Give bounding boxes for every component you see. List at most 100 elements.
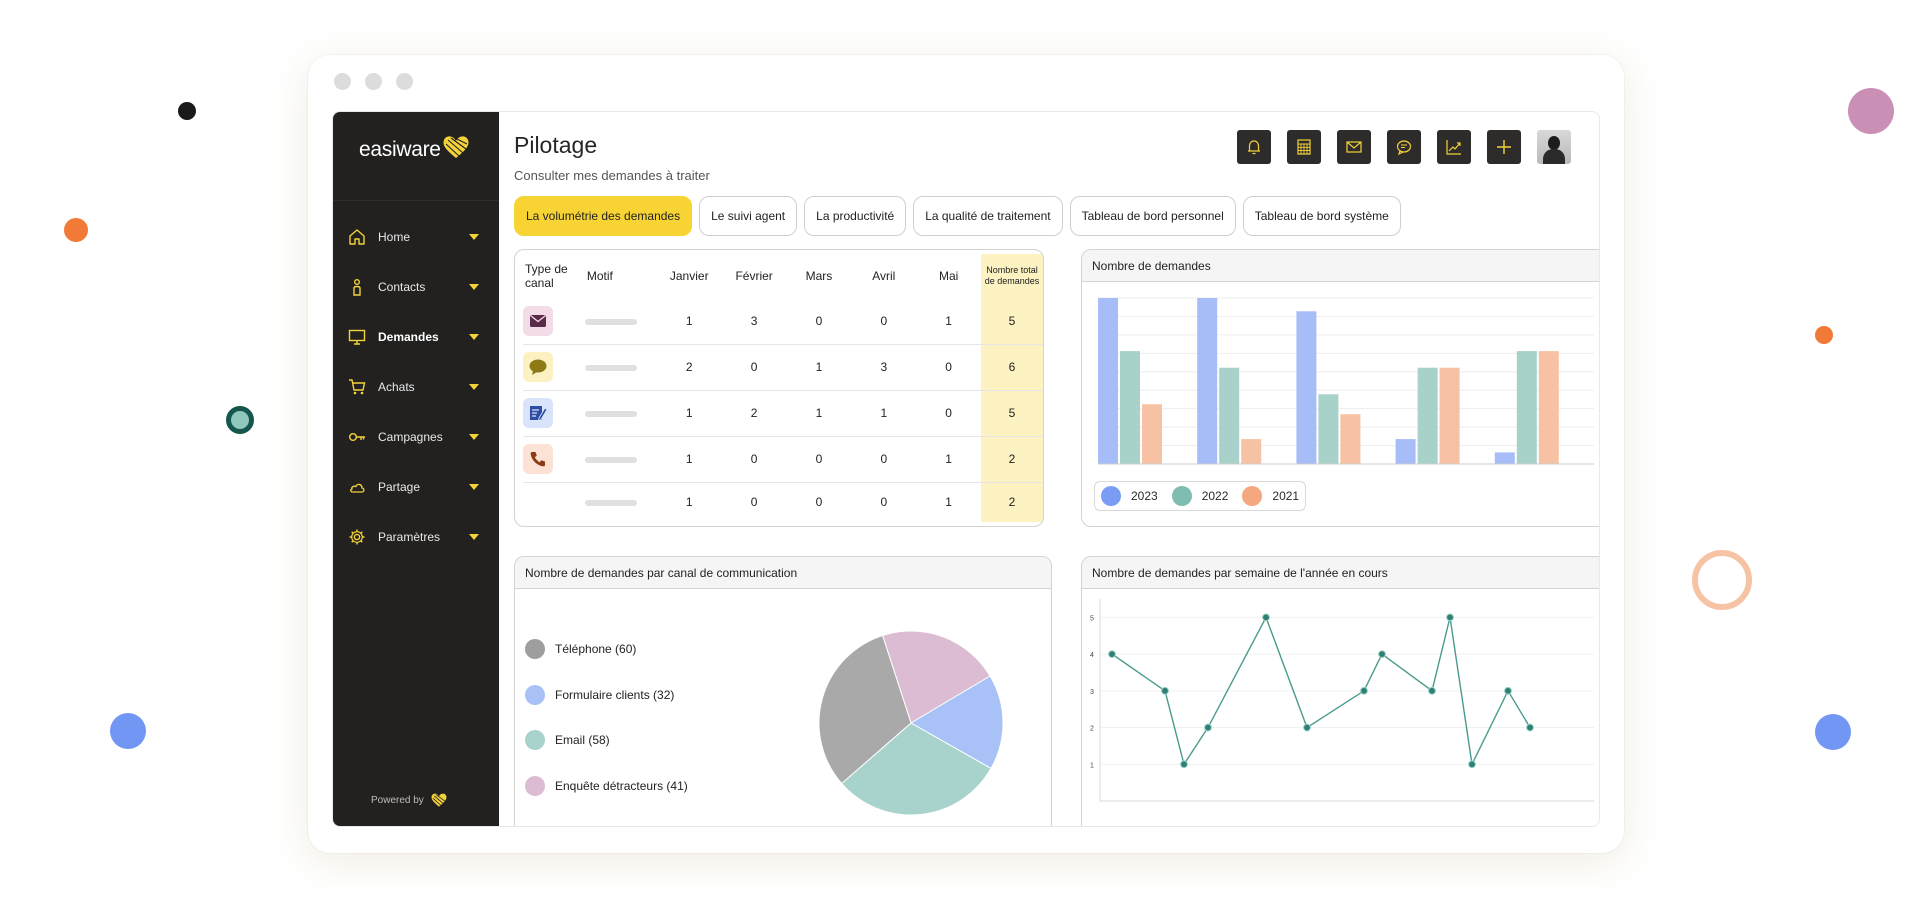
- tab-qualite[interactable]: La qualité de traitement: [913, 196, 1063, 236]
- tab-volumetrie[interactable]: La volumétrie des demandes: [514, 196, 693, 236]
- sidebar-item-demandes[interactable]: Demandes: [333, 312, 499, 362]
- motif-placeholder: [584, 318, 637, 325]
- line-point-2[interactable]: [1180, 760, 1188, 769]
- chevron-down-icon[interactable]: [469, 534, 479, 540]
- y-tick-label: 1: [1090, 762, 1094, 769]
- sidebar-nav: Home Contacts Demandes Achats Campagnes …: [333, 212, 499, 562]
- bar-2022-1[interactable]: [1219, 367, 1240, 464]
- column-header: Mai: [938, 269, 959, 283]
- table-cell: 0: [786, 436, 852, 483]
- table-cell: 0: [851, 436, 917, 483]
- bar-2021-1[interactable]: [1241, 439, 1262, 464]
- statistics-button[interactable]: [1437, 130, 1471, 164]
- main-content: Pilotage Consulter mes demandes à traite…: [499, 112, 1599, 826]
- messages-button[interactable]: [1337, 130, 1371, 164]
- total-cell: 5: [981, 298, 1043, 345]
- tab-bar: La volumétrie des demandes Le suivi agen…: [514, 196, 1401, 236]
- line-point-11[interactable]: [1504, 686, 1512, 695]
- chevron-down-icon[interactable]: [469, 334, 479, 340]
- bar-2023-1[interactable]: [1197, 298, 1218, 464]
- table-row[interactable]: 1 0 0 0 1 2: [523, 436, 1043, 483]
- chevron-down-icon[interactable]: [469, 234, 479, 240]
- line-point-4[interactable]: [1262, 613, 1270, 622]
- line-point-9[interactable]: [1446, 613, 1454, 622]
- line-point-6[interactable]: [1360, 686, 1368, 695]
- line-point-0[interactable]: [1108, 650, 1116, 658]
- legend-label: Email (58): [555, 733, 610, 747]
- line-point-1[interactable]: [1161, 686, 1169, 695]
- chat-icon: [1396, 140, 1412, 156]
- table-row[interactable]: 1 0 0 0 1 2: [523, 482, 1043, 522]
- line-chart-card: Nombre de demandes par semaine de l'anné…: [1081, 556, 1599, 826]
- page-subtitle: Consulter mes demandes à traiter: [514, 168, 710, 183]
- line-point-10[interactable]: [1468, 760, 1476, 769]
- decor-dot: [64, 218, 88, 242]
- bar-2022-0[interactable]: [1120, 351, 1140, 464]
- legend-swatch: [525, 685, 545, 705]
- window-dot-close[interactable]: [334, 73, 351, 90]
- line-point-7[interactable]: [1378, 650, 1386, 658]
- legend-label: 2022: [1201, 489, 1229, 503]
- chevron-down-icon[interactable]: [469, 284, 479, 290]
- notifications-button[interactable]: [1237, 130, 1271, 164]
- table-cell: 0: [750, 495, 758, 510]
- bar-2021-4[interactable]: [1538, 351, 1559, 464]
- sidebar-item-contacts[interactable]: Contacts: [333, 262, 499, 312]
- window-dot-minimize[interactable]: [365, 73, 382, 90]
- bar-2022-2[interactable]: [1318, 394, 1339, 464]
- column-header: Janvier: [669, 269, 709, 283]
- legend-item: 2021: [1242, 486, 1299, 506]
- chevron-down-icon[interactable]: [469, 484, 479, 490]
- bar-2021-2[interactable]: [1340, 414, 1361, 464]
- bar-2022-3[interactable]: [1417, 367, 1438, 464]
- sidebar-item-parametres[interactable]: Paramètres: [333, 512, 499, 562]
- person-icon: [347, 277, 367, 297]
- logo-heart-icon: [431, 793, 447, 807]
- motif-placeholder: [584, 365, 637, 371]
- legend-label: 2023: [1131, 489, 1158, 503]
- sidebar-item-partage[interactable]: Partage: [333, 462, 499, 512]
- add-button[interactable]: [1487, 130, 1521, 164]
- bar-2023-3[interactable]: [1395, 439, 1416, 464]
- decor-dot: [1848, 88, 1894, 134]
- sidebar-item-home[interactable]: Home: [333, 212, 499, 262]
- line-point-3[interactable]: [1204, 723, 1212, 732]
- decor-dot: [1815, 714, 1851, 750]
- window-dot-maximize[interactable]: [396, 73, 413, 90]
- bar-2023-0[interactable]: [1098, 298, 1118, 464]
- line-point-8[interactable]: [1428, 686, 1436, 695]
- calculator-button[interactable]: [1287, 130, 1321, 164]
- sidebar-item-achats[interactable]: Achats: [333, 362, 499, 412]
- tab-bord-personnel[interactable]: Tableau de bord personnel: [1069, 196, 1236, 236]
- bar-2023-2[interactable]: [1296, 311, 1317, 464]
- table-cell: 2: [656, 344, 722, 391]
- table-row[interactable]: 1 3 0 0 1 5: [523, 298, 1043, 345]
- tab-bord-systeme[interactable]: Tableau de bord système: [1242, 196, 1401, 236]
- decor-dot: [1815, 326, 1833, 344]
- table-cell: 2: [721, 390, 787, 437]
- line-point-12[interactable]: [1526, 723, 1534, 732]
- app-frame: easiware Home Contacts Demandes Achats C…: [332, 111, 1600, 827]
- column-header: Mars: [805, 269, 833, 283]
- chevron-down-icon[interactable]: [469, 434, 479, 440]
- motif-placeholder: [584, 457, 637, 463]
- bar-2021-0[interactable]: [1142, 404, 1162, 464]
- table-cell: 0: [786, 298, 852, 345]
- legend-swatch: [1242, 486, 1263, 506]
- sidebar-item-campagnes[interactable]: Campagnes: [333, 412, 499, 462]
- decor-dot: [110, 713, 146, 749]
- line-point-5[interactable]: [1303, 723, 1311, 732]
- tab-productivite[interactable]: La productivité: [804, 196, 907, 236]
- chevron-down-icon[interactable]: [469, 384, 479, 390]
- chat-button[interactable]: [1387, 130, 1421, 164]
- total-cell: 2: [981, 482, 1043, 522]
- tab-suivi-agent[interactable]: Le suivi agent: [699, 196, 798, 236]
- table-row[interactable]: 1 2 1 1 0 5: [523, 390, 1043, 437]
- bar-2022-4[interactable]: [1516, 351, 1537, 464]
- bar-2021-3[interactable]: [1439, 367, 1460, 464]
- form-edit-icon: [523, 398, 553, 428]
- decor-ring: [226, 406, 254, 434]
- bar-2023-4[interactable]: [1494, 452, 1515, 464]
- avatar[interactable]: [1537, 130, 1571, 164]
- table-row[interactable]: 2 0 1 3 0 6: [523, 344, 1043, 391]
